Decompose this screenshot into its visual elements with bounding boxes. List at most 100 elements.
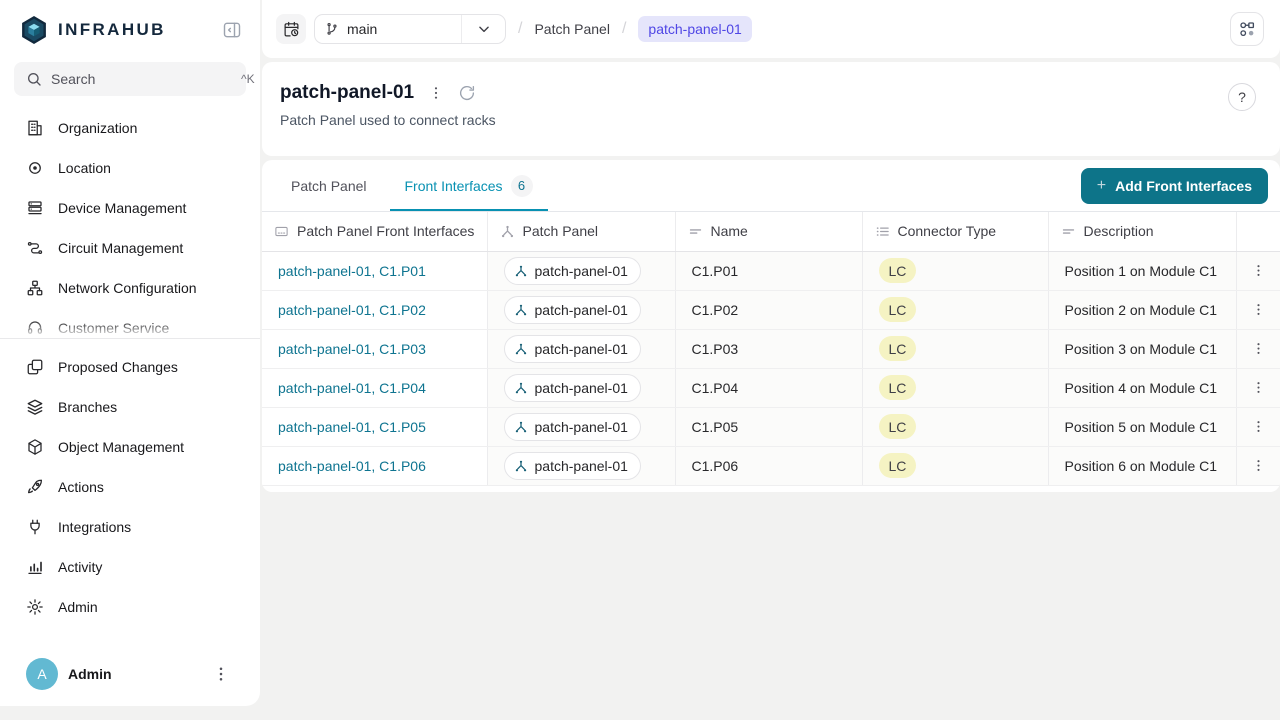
row-actions-button[interactable] [1237,447,1280,485]
sidebar-item-label: Network Configuration [58,280,197,296]
column-header-actions [1236,212,1280,251]
tab-patch-panel[interactable]: Patch Panel [276,160,382,211]
table-row: patch-panel-01, C1.P01patch-panel-01C1.P… [262,251,1280,290]
interface-link[interactable]: patch-panel-01, C1.P02 [278,302,426,318]
interface-link[interactable]: patch-panel-01, C1.P05 [278,419,426,435]
sidebar-item-label: Location [58,160,111,176]
sidebar-item-organization[interactable]: Organization [0,108,260,148]
tab-front-interfaces[interactable]: Front Interfaces6 [390,160,548,211]
column-label: Connector Type [898,223,997,239]
interface-link[interactable]: patch-panel-01, C1.P01 [278,263,426,279]
connector-type-badge: LC [879,258,917,283]
tab-label: Front Interfaces [405,178,503,194]
sidebar-item-location[interactable]: Location [0,148,260,188]
patch-panel-chip[interactable]: patch-panel-01 [504,452,641,480]
row-actions-cell [1236,251,1280,290]
row-actions-cell [1236,329,1280,368]
connector-type-cell: LC [862,290,1048,329]
row-actions-button[interactable] [1237,252,1280,290]
front-interfaces-table: Patch Panel Front InterfacesPatch PanelN… [262,212,1280,486]
connector-type-badge: LC [879,453,917,478]
sidebar-item-actions[interactable]: Actions [0,467,260,507]
time-travel-button[interactable] [276,14,306,44]
network-icon [26,279,44,297]
patch-panel-chip-label: patch-panel-01 [535,302,628,318]
align-left-icon [1061,224,1076,239]
object-header-card: patch-panel-01 Patch Panel used to conne… [262,62,1280,156]
sidebar-item-network-configuration[interactable]: Network Configuration [0,268,260,308]
column-header-name: Name [675,212,862,251]
calendar-clock-icon [283,21,300,38]
breadcrumb-current-badge[interactable]: patch-panel-01 [638,16,751,42]
table-row: patch-panel-01, C1.P04patch-panel-01C1.P… [262,368,1280,407]
help-button[interactable]: ? [1228,83,1256,111]
sidebar-item-integrations[interactable]: Integrations [0,507,260,547]
user-menu-button[interactable] [212,665,230,683]
sidebar-nav-scroll: Organization Location Device Management Cir… [0,108,260,338]
patch-panel-chip[interactable]: patch-panel-01 [504,296,641,324]
patch-panel-cell: patch-panel-01 [487,368,675,407]
description-cell: Position 1 on Module C1 [1048,251,1236,290]
sidebar-item-label: Customer Service [58,320,169,336]
sidebar-collapse-button[interactable] [222,20,242,40]
branch-caret[interactable] [461,15,505,43]
column-label: Description [1084,223,1154,239]
sidebar-divider [0,338,260,339]
description-cell: Position 5 on Module C1 [1048,407,1236,446]
diff-icon [26,358,44,376]
search-input[interactable] [51,71,232,87]
patch-panel-chip[interactable]: patch-panel-01 [504,374,641,402]
row-actions-button[interactable] [1237,408,1280,446]
column-header-description: Description [1048,212,1236,251]
plus-icon: + [1097,177,1106,195]
title-kebab-menu-button[interactable] [428,85,444,101]
sidebar-item-activity[interactable]: Activity [0,547,260,587]
branch-selector[interactable]: main [314,14,506,44]
hierarchy-icon [514,459,528,473]
patch-panel-chip[interactable]: patch-panel-01 [504,335,641,363]
patch-panel-chip-label: patch-panel-01 [535,263,628,279]
row-actions-button[interactable] [1237,369,1280,407]
breadcrumb-section[interactable]: Patch Panel [534,21,610,37]
list-icon [875,224,890,239]
connector-type-cell: LC [862,368,1048,407]
interface-cell: patch-panel-01, C1.P02 [262,290,487,329]
sidebar-item-admin[interactable]: Admin [0,587,260,627]
kebab-icon [1251,341,1266,356]
row-actions-button[interactable] [1237,330,1280,368]
user-name: Admin [68,666,112,682]
patch-panel-chip[interactable]: patch-panel-01 [504,257,641,285]
page-description: Patch Panel used to connect racks [280,112,1256,128]
page-title: patch-panel-01 [280,82,414,104]
interface-cell: patch-panel-01, C1.P04 [262,368,487,407]
patch-panel-chip-label: patch-panel-01 [535,458,628,474]
headset-icon [26,319,44,337]
rocket-icon [26,478,44,496]
sidebar-item-device-management[interactable]: Device Management [0,188,260,228]
column-header-patch-panel-front-interfaces: Patch Panel Front Interfaces [262,212,487,251]
description-cell: Position 2 on Module C1 [1048,290,1236,329]
row-actions-button[interactable] [1237,291,1280,329]
hierarchy-icon [514,342,528,356]
sidebar-item-customer-service[interactable]: Customer Service [0,308,260,338]
apps-grid-icon [1238,20,1256,38]
apps-menu-button[interactable] [1230,12,1264,46]
tab-label: Patch Panel [291,178,367,194]
interface-link[interactable]: patch-panel-01, C1.P06 [278,458,426,474]
sidebar-item-proposed-changes[interactable]: Proposed Changes [0,347,260,387]
kebab-icon [1251,458,1266,473]
search-box[interactable]: ^K [14,62,246,96]
sidebar-item-circuit-management[interactable]: Circuit Management [0,228,260,268]
add-front-interfaces-button[interactable]: + Add Front Interfaces [1081,168,1268,204]
refresh-button[interactable] [458,84,476,102]
interface-cell: patch-panel-01, C1.P06 [262,446,487,485]
topbar: main / Patch Panel / patch-panel-01 [262,0,1280,58]
interface-link[interactable]: patch-panel-01, C1.P03 [278,341,426,357]
interface-link[interactable]: patch-panel-01, C1.P04 [278,380,426,396]
column-header-connector-type: Connector Type [862,212,1048,251]
interface-cell: patch-panel-01, C1.P03 [262,329,487,368]
patch-panel-chip[interactable]: patch-panel-01 [504,413,641,441]
sidebar-item-branches[interactable]: Branches [0,387,260,427]
sidebar-item-object-management[interactable]: Object Management [0,427,260,467]
sidebar-item-label: Device Management [58,200,186,216]
